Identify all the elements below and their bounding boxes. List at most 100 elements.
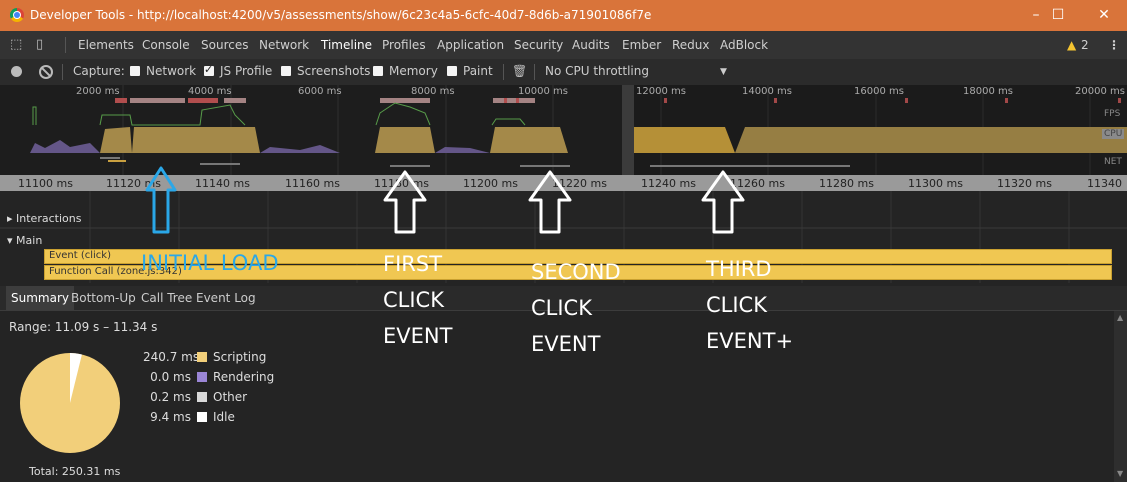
selection-handle [622, 85, 634, 175]
legend-label: Idle [213, 410, 235, 424]
warning-icon[interactable]: ▲ [1067, 31, 1076, 59]
net-bar [200, 163, 240, 165]
device-mode-icon[interactable]: ▯ [36, 31, 43, 59]
legend-label: Other [213, 390, 248, 404]
tab-audits[interactable]: Audits [572, 31, 610, 59]
tab-security[interactable]: Security [514, 31, 563, 59]
more-options-icon[interactable]: ⋮ [1108, 31, 1120, 59]
capture-memory-checkbox[interactable]: Memory [373, 64, 438, 78]
maximize-button[interactable]: ☐ [1035, 0, 1081, 31]
scrollbar[interactable]: ▲ ▼ [1114, 311, 1127, 482]
net-label: NET [1104, 157, 1122, 167]
annotation-line: CLICK [383, 288, 444, 312]
scroll-down-icon[interactable]: ▼ [1117, 469, 1123, 478]
second-click-annotation: SECOND CLICK EVENT [531, 254, 621, 362]
close-button[interactable]: ✕ [1081, 0, 1127, 31]
timeline-overview[interactable]: 2000 ms 4000 ms 6000 ms 8000 ms 10000 ms… [0, 85, 1127, 175]
ruler-tick: 11260 ms [730, 177, 785, 190]
tab-console[interactable]: Console [142, 31, 190, 59]
fps-label: FPS [1104, 109, 1121, 119]
inspect-element-icon[interactable]: ⬚ [10, 31, 22, 59]
tab-network[interactable]: Network [259, 31, 309, 59]
checkbox-label: Memory [389, 64, 438, 78]
tab-divider [65, 37, 66, 53]
chevron-down-icon[interactable]: ▼ [720, 67, 727, 77]
checkbox-box[interactable] [373, 66, 383, 76]
cpu-throttling-select[interactable]: No CPU throttling [545, 64, 649, 78]
record-icon[interactable] [11, 66, 22, 77]
checkbox-label: Screenshots [297, 64, 371, 78]
tab-redux[interactable]: Redux [672, 31, 710, 59]
ruler-tick: 11100 ms [18, 177, 73, 190]
tab-call-tree[interactable]: Call Tree [136, 286, 197, 310]
legend-other: 0.2 ms Other [143, 390, 247, 404]
legend-scripting: 240.7 ms Scripting [143, 350, 266, 364]
legend-value: 0.0 ms [150, 370, 191, 384]
tab-application[interactable]: Application [437, 31, 504, 59]
interactions-label: Interactions [16, 212, 82, 225]
annotation-line: EVENT [531, 332, 601, 356]
checkbox-box[interactable] [281, 66, 291, 76]
ruler-tick: 11220 ms [552, 177, 607, 190]
overview-tick: 12000 ms [636, 86, 686, 97]
summary-pie-chart [20, 353, 120, 453]
scroll-up-icon[interactable]: ▲ [1117, 313, 1123, 322]
annotation-line: THIRD [706, 257, 772, 281]
overview-tick: 6000 ms [298, 86, 342, 97]
legend-swatch [197, 392, 207, 402]
legend-value: 0.2 ms [150, 390, 191, 404]
net-bar [650, 165, 850, 167]
legend-swatch [197, 412, 207, 422]
toolbar-divider [62, 64, 63, 80]
interactions-track-toggle[interactable]: ▸ Interactions [7, 212, 81, 225]
legend-value: 240.7 ms [143, 350, 200, 364]
net-bar [520, 165, 570, 167]
tab-adblock[interactable]: AdBlock [720, 31, 768, 59]
tab-timeline[interactable]: Timeline [321, 31, 373, 61]
tab-event-log[interactable]: Event Log [191, 286, 261, 310]
total-text: Total: 250.31 ms [29, 465, 121, 478]
overview-tick: 16000 ms [854, 86, 904, 97]
legend-value: 9.4 ms [150, 410, 191, 424]
annotation-line: CLICK [531, 296, 592, 320]
tab-summary[interactable]: Summary [6, 286, 74, 310]
net-bar [108, 160, 126, 162]
ruler-tick: 11280 ms [819, 177, 874, 190]
capture-js-profile-checkbox[interactable]: JS Profile [204, 63, 273, 78]
checkbox-label: JS Profile [220, 64, 273, 78]
ruler-tick: 11140 ms [195, 177, 250, 190]
checkbox-box[interactable] [447, 66, 457, 76]
overview-tick: 4000 ms [188, 86, 232, 97]
ruler-tick: 11320 ms [997, 177, 1052, 190]
tab-elements[interactable]: Elements [78, 31, 134, 59]
clear-icon[interactable] [39, 65, 53, 79]
checkbox-box-checked[interactable] [204, 63, 214, 76]
ruler-tick: 11120 ms [106, 177, 161, 190]
tab-profiles[interactable]: Profiles [382, 31, 426, 59]
garbage-collect-icon[interactable]: 🗑 [512, 64, 527, 78]
overview-tick: 8000 ms [411, 86, 455, 97]
capture-screenshots-checkbox[interactable]: Screenshots [281, 64, 370, 78]
checkbox-box[interactable] [130, 66, 140, 76]
capture-network-checkbox[interactable]: Network [130, 64, 196, 78]
legend-label: Scripting [213, 350, 267, 364]
third-click-annotation: THIRD CLICK EVENT+ [706, 251, 793, 359]
main-label: Main [16, 234, 43, 247]
main-track-toggle[interactable]: ▾ Main [7, 234, 42, 247]
ruler-tick: 11240 ms [641, 177, 696, 190]
annotation-line: FIRST [383, 252, 443, 276]
capture-paint-checkbox[interactable]: Paint [447, 64, 493, 78]
time-ruler[interactable]: 11100 ms 11120 ms 11140 ms 11160 ms 1118… [0, 175, 1127, 191]
ruler-tick: 11160 ms [285, 177, 340, 190]
tab-ember[interactable]: Ember [622, 31, 661, 59]
legend-swatch [197, 372, 207, 382]
ruler-tick: 11180 ms [374, 177, 429, 190]
net-bar [390, 165, 430, 167]
warning-count[interactable]: 2 [1081, 31, 1089, 59]
tab-sources[interactable]: Sources [201, 31, 248, 59]
cpu-label: CPU [1102, 129, 1125, 139]
unselected-region [0, 85, 622, 175]
tab-bottom-up[interactable]: Bottom-Up [66, 286, 141, 310]
overview-tick: 14000 ms [742, 86, 792, 97]
annotation-line: EVENT [383, 324, 453, 348]
